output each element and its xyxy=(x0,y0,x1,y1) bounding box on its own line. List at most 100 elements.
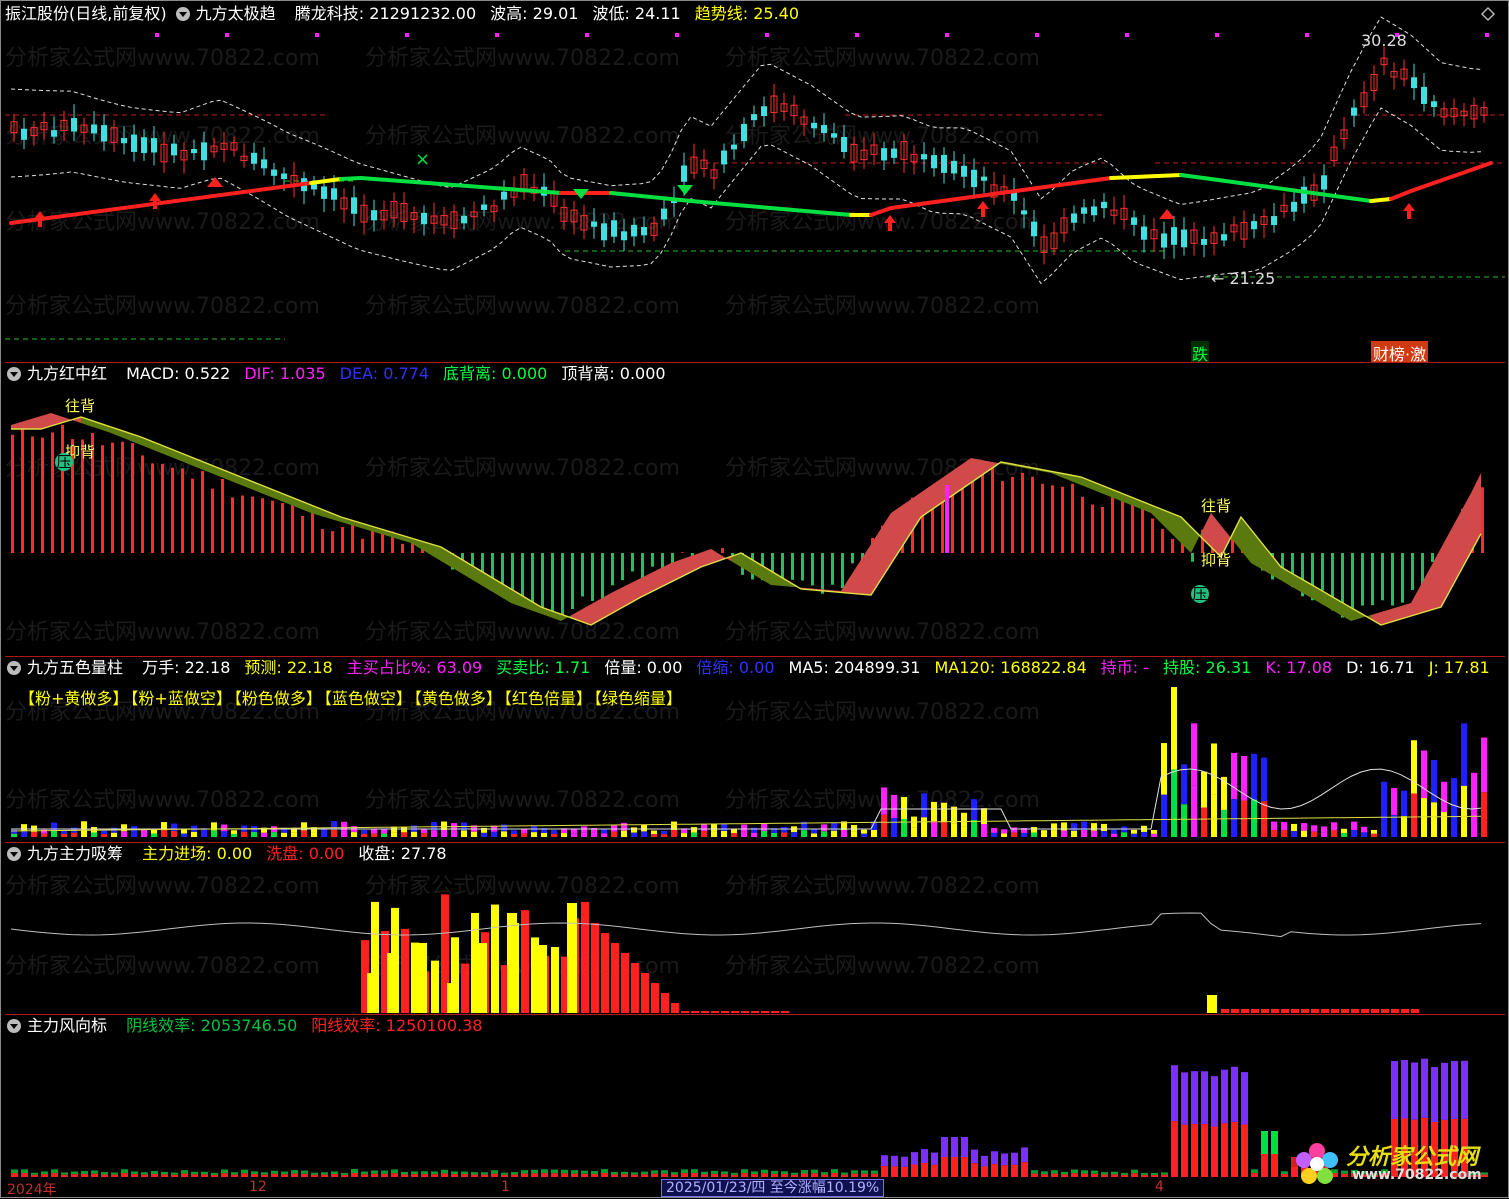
volume-bar-top xyxy=(1071,823,1077,831)
wind-vane-bar-top xyxy=(971,1150,978,1164)
wind-vane-chart[interactable] xyxy=(5,1015,1505,1179)
wind-vane-bar-bottom xyxy=(751,1174,758,1177)
macd-highlight-bar xyxy=(945,485,949,553)
wind-vane-bar-bottom xyxy=(981,1166,988,1177)
wind-vane-bar-top xyxy=(881,1155,888,1166)
accumulation-bar xyxy=(581,902,589,1013)
macd-histogram-bar xyxy=(291,505,294,553)
wind-vane-bar-bottom xyxy=(311,1175,318,1177)
accumulation-chart[interactable]: 分析家公式网www.70822.com分析家公式网www.70822.com分析… xyxy=(5,843,1505,1015)
macd-histogram-bar xyxy=(1001,481,1004,553)
chart-window[interactable]: 分析家公式网www.70822.com分析家公式网www.70822.com分析… xyxy=(0,0,1509,1198)
wind-vane-bar-bottom xyxy=(1231,1122,1238,1177)
volume-bar-top xyxy=(181,829,187,833)
accumulation-panel[interactable]: 分析家公式网www.70822.com分析家公式网www.70822.com分析… xyxy=(5,843,1505,1015)
macd-histogram-bar xyxy=(1081,497,1084,553)
wind-vane-bar-bottom xyxy=(251,1174,258,1177)
wind-vane-bar-top xyxy=(101,1172,108,1174)
indicator-name[interactable]: 九方五色量柱 xyxy=(27,658,123,677)
axis-label-jan: 1 xyxy=(501,1179,510,1195)
accumulation-bar-yellow xyxy=(477,943,487,1013)
macd-histogram-bar xyxy=(851,553,854,563)
accumulation-bar xyxy=(741,1011,749,1013)
indicator-name[interactable]: 九方太极趋 xyxy=(196,4,276,23)
indicator-name[interactable]: 九方主力吸筹 xyxy=(27,844,123,863)
signal-dot xyxy=(405,33,409,37)
stock-label[interactable]: 振江股份(日线,前复权) xyxy=(5,4,167,23)
macd-cloud-segment xyxy=(1441,530,1451,607)
candle-body xyxy=(501,192,507,200)
wind-vane-bar-top xyxy=(621,1172,628,1175)
indicator-menu-icon[interactable] xyxy=(7,1019,21,1033)
wind-vane-bar-top xyxy=(311,1173,318,1175)
accumulation-bar xyxy=(1411,1009,1419,1013)
indicator-name[interactable]: 主力风向标 xyxy=(27,1016,107,1035)
volume-bar-bottom xyxy=(781,833,787,837)
wind-vane-bar-bottom xyxy=(1211,1127,1218,1177)
wind-vane-bar-top xyxy=(531,1170,538,1174)
diamond-icon[interactable] xyxy=(1481,7,1495,21)
indicator-menu-icon[interactable] xyxy=(7,367,21,381)
macd-histogram-bar xyxy=(341,527,344,553)
volume-bar-bottom xyxy=(111,833,117,837)
macd-value-2: DEA: 0.774 xyxy=(340,364,429,383)
volume-value-11: D: 16.71 xyxy=(1346,658,1415,677)
volume-value-2: 主买占比%: 63.09 xyxy=(347,658,483,677)
macd-histogram-bar xyxy=(181,469,184,553)
volume-bar-bottom xyxy=(1081,830,1087,837)
volume-panel[interactable]: 分析家公式网www.70822.com分析家公式网www.70822.com分析… xyxy=(5,657,1505,843)
volume-bar-bottom xyxy=(1111,834,1117,837)
hot-list-badge[interactable]: 财榜·激 xyxy=(1371,341,1428,363)
macd-histogram-bar xyxy=(791,553,794,580)
wind-vane-bar-top xyxy=(451,1171,458,1174)
wind-vane-bar-top xyxy=(1271,1131,1278,1154)
watermark-text: 分析家公式网www.70822.com xyxy=(5,46,320,71)
candle-body xyxy=(921,154,927,159)
indicator-values: 腾龙科技: 21291232.00波高: 29.01波低: 24.11趋势线: … xyxy=(287,4,805,23)
volume-bar-bottom xyxy=(671,830,677,837)
accumulation-bar xyxy=(1311,1009,1319,1013)
wind-vane-bar-bottom xyxy=(971,1163,978,1177)
fall-badge[interactable]: 跌 xyxy=(1191,341,1209,363)
volume-bar-bottom xyxy=(1441,812,1447,837)
indicator-menu-icon[interactable] xyxy=(7,847,21,861)
wind-vane-panel[interactable]: 主力风向标 阴线效率: 2053746.50阳线效率: 1250100.38 xyxy=(5,1015,1505,1179)
volume-bar-bottom xyxy=(831,831,837,837)
macd-histogram-bar xyxy=(1131,503,1134,553)
wind-vane-bar-top xyxy=(231,1172,238,1174)
wind-vane-bar-top xyxy=(1391,1061,1398,1119)
wind-vane-bar-top xyxy=(581,1171,588,1174)
volume-bar-bottom xyxy=(911,828,917,837)
accumulation-bar xyxy=(621,953,629,1013)
main-kline-panel[interactable]: 分析家公式网www.70822.com分析家公式网www.70822.com分析… xyxy=(5,3,1505,363)
volume-bar-bottom xyxy=(621,831,627,837)
indicator-menu-icon[interactable] xyxy=(176,7,190,21)
macd-chart[interactable]: 分析家公式网www.70822.com分析家公式网www.70822.com分析… xyxy=(5,363,1505,657)
wind-vane-bar-top xyxy=(701,1172,708,1175)
wind-vane-bar-bottom xyxy=(511,1175,518,1177)
indicator-name[interactable]: 九方红中红 xyxy=(27,364,107,383)
kline-chart[interactable]: 分析家公式网www.70822.com分析家公式网www.70822.com分析… xyxy=(5,3,1505,363)
wind-vane-bar-top xyxy=(371,1170,378,1173)
candle-body xyxy=(261,159,267,168)
volume-bar-bottom xyxy=(641,831,647,837)
wind-vane-bar-top xyxy=(1021,1147,1028,1162)
volume-bar-top xyxy=(1351,822,1357,830)
wind-vane-bar-top xyxy=(1161,1172,1168,1174)
candle-body xyxy=(1221,234,1227,240)
volume-bar-bottom xyxy=(1041,834,1047,837)
accumulation-bar xyxy=(401,929,409,1013)
accumulation-bar xyxy=(1281,1009,1289,1013)
trend-line-segment xyxy=(891,178,1111,208)
indicator-menu-icon[interactable] xyxy=(7,661,21,675)
wind-vane-bar-bottom xyxy=(1031,1174,1038,1177)
wind-vane-bar-bottom xyxy=(31,1175,38,1177)
volume-bar-bottom xyxy=(131,832,137,837)
macd-panel[interactable]: 分析家公式网www.70822.com分析家公式网www.70822.com分析… xyxy=(5,363,1505,657)
accumulation-bar xyxy=(1231,1009,1239,1013)
wind-vane-value-1: 阳线效率: 1250100.38 xyxy=(311,1016,482,1035)
volume-bar-top xyxy=(1281,822,1287,830)
signal-dot xyxy=(1035,33,1039,37)
candle-body xyxy=(1351,108,1357,116)
wind-vane-bar-top xyxy=(951,1137,958,1157)
